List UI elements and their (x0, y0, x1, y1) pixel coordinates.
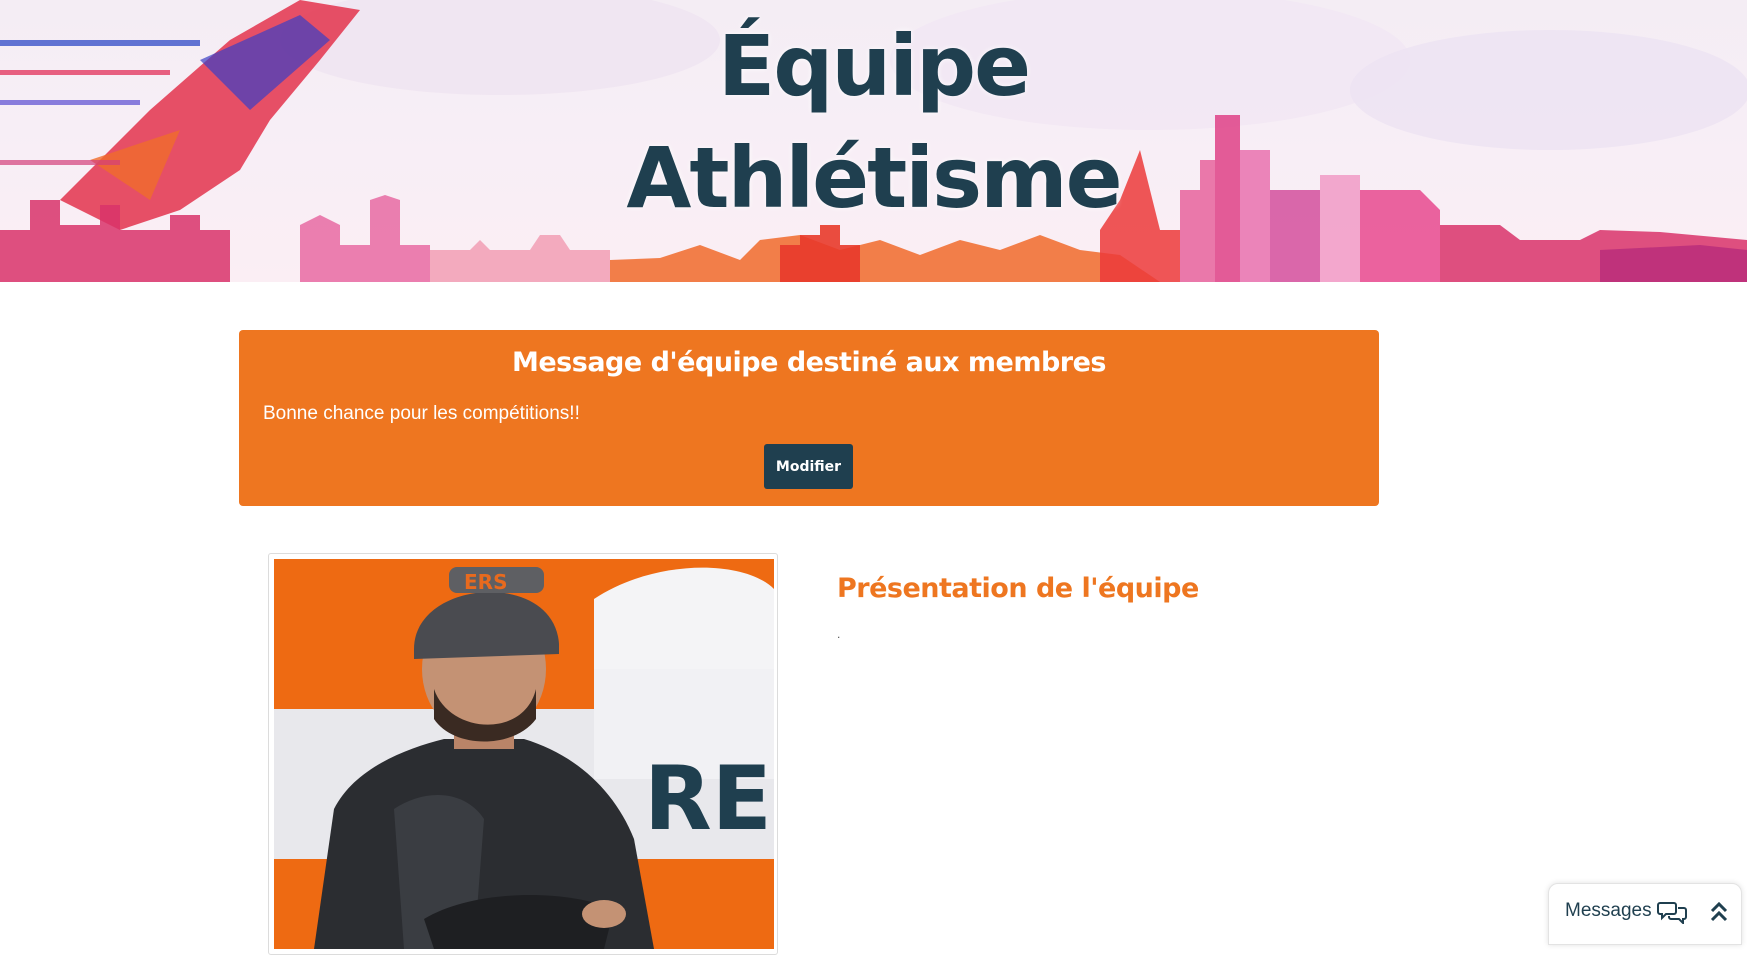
presentation-text: . (837, 627, 841, 641)
team-message-heading: Message d'équipe destiné aux membres (512, 347, 1107, 378)
page-title-line-2: Athlétisme (626, 129, 1122, 227)
double-chevron-up-icon[interactable] (1710, 901, 1728, 923)
svg-text:ERS: ERS (464, 570, 507, 594)
modify-button[interactable]: Modifier (764, 444, 853, 489)
header-banner: Équipe Athlétisme (0, 0, 1747, 282)
team-message-text: Bonne chance pour les compétitions!! (263, 403, 580, 424)
messages-label[interactable]: Messages (1565, 900, 1652, 922)
page-title: Équipe Athlétisme (0, 10, 1747, 234)
team-photo: RE ERS (268, 553, 778, 955)
svg-text:RE: RE (644, 747, 772, 850)
chat-bubbles-icon[interactable] (1657, 900, 1687, 924)
team-photo-image: RE ERS (274, 559, 774, 949)
team-message-panel: Message d'équipe destiné aux membres Bon… (239, 330, 1379, 506)
presentation-heading: Présentation de l'équipe (837, 573, 1199, 604)
page-title-line-1: Équipe (717, 17, 1031, 115)
